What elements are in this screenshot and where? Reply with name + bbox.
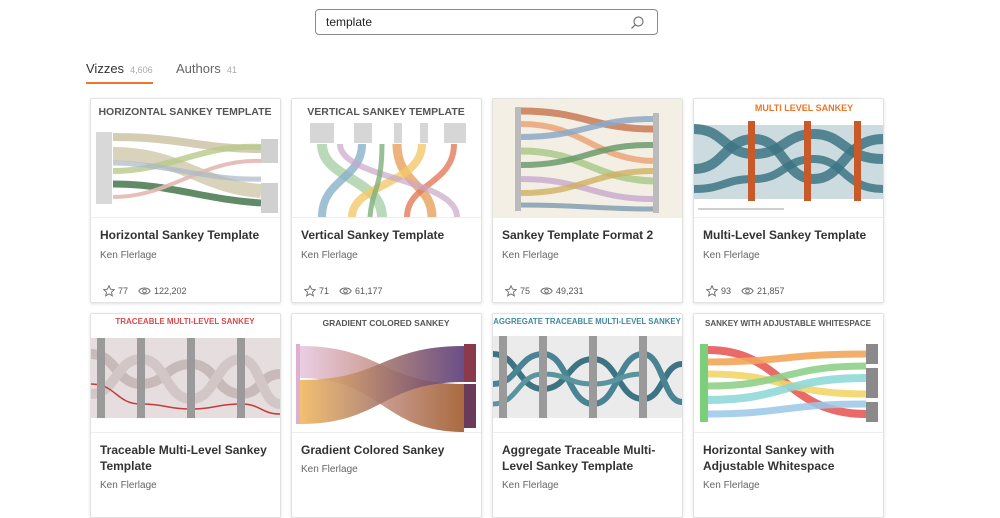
viz-thumbnail[interactable]: AGGREGATE TRACEABLE MULTI-LEVEL SANKEY bbox=[493, 314, 682, 433]
star-icon[interactable] bbox=[103, 285, 115, 297]
star-icon[interactable] bbox=[706, 285, 718, 297]
viz-card[interactable]: TRACEABLE MULTI-LEVEL SANKEY Traceable M… bbox=[90, 313, 281, 518]
viz-card[interactable]: VERTICAL SANKEY TEMPLATE Vertical Sankey… bbox=[291, 98, 482, 303]
tab-vizzes[interactable]: Vizzes 4,606 bbox=[86, 60, 153, 84]
viz-title[interactable]: Vertical Sankey Template bbox=[301, 227, 473, 243]
star-icon[interactable] bbox=[505, 285, 517, 297]
search-box[interactable] bbox=[315, 9, 658, 35]
viz-card[interactable]: MULTI LEVEL SANKEY Multi-Level Sankey Te… bbox=[693, 98, 884, 303]
viz-author[interactable]: Ken Flerlage bbox=[502, 480, 559, 491]
viz-author[interactable]: Ken Flerlage bbox=[703, 480, 760, 491]
viz-stats: 75 49,231 bbox=[505, 285, 594, 297]
viz-title[interactable]: Horizontal Sankey Template bbox=[100, 227, 272, 243]
viz-thumbnail[interactable]: TRACEABLE MULTI-LEVEL SANKEY bbox=[91, 314, 280, 433]
viz-card[interactable]: HORIZONTAL SANKEY TEMPLATE Horizontal Sa… bbox=[90, 98, 281, 303]
search-icon[interactable] bbox=[629, 15, 645, 31]
search-input[interactable] bbox=[326, 13, 626, 31]
viz-author[interactable]: Ken Flerlage bbox=[301, 250, 358, 261]
viz-thumbnail[interactable]: GRADIENT COLORED SANKEY bbox=[292, 314, 481, 433]
viz-author[interactable]: Ken Flerlage bbox=[301, 464, 358, 475]
viz-thumbnail[interactable]: VERTICAL SANKEY TEMPLATE bbox=[292, 99, 481, 218]
viz-stats: 93 21,857 bbox=[706, 285, 795, 297]
thumb-title: GRADIENT COLORED SANKEY bbox=[322, 318, 449, 328]
views-count: 122,202 bbox=[154, 286, 187, 296]
viz-title[interactable]: Multi-Level Sankey Template bbox=[703, 227, 875, 243]
tab-authors-count: 41 bbox=[226, 65, 237, 75]
eye-icon bbox=[540, 287, 553, 295]
tab-authors-label: Authors bbox=[176, 61, 221, 76]
thumb-title: TRACEABLE MULTI-LEVEL SANKEY bbox=[115, 317, 255, 326]
eye-icon bbox=[138, 287, 151, 295]
viz-thumbnail[interactable]: HORIZONTAL SANKEY TEMPLATE bbox=[91, 99, 280, 218]
viz-title[interactable]: Traceable Multi-Level Sankey Template bbox=[100, 442, 272, 474]
thumb-title: SANKEY WITH ADJUSTABLE WHITESPACE bbox=[705, 319, 872, 328]
favorites-count: 75 bbox=[520, 286, 531, 296]
eye-icon bbox=[339, 287, 352, 295]
views-count: 61,177 bbox=[355, 286, 383, 296]
viz-title[interactable]: Horizontal Sankey with Adjustable Whites… bbox=[703, 442, 875, 474]
viz-author[interactable]: Ken Flerlage bbox=[100, 250, 157, 261]
star-icon[interactable] bbox=[304, 285, 316, 297]
viz-author[interactable]: Ken Flerlage bbox=[703, 250, 760, 261]
viz-title[interactable]: Sankey Template Format 2 bbox=[502, 227, 674, 243]
favorites-count: 93 bbox=[721, 286, 732, 296]
viz-thumbnail[interactable]: MULTI LEVEL SANKEY bbox=[694, 99, 883, 218]
viz-stats: 71 61,177 bbox=[304, 285, 393, 297]
views-count: 21,857 bbox=[757, 286, 785, 296]
viz-card[interactable]: SANKEY WITH ADJUSTABLE WHITESPACE Horizo… bbox=[693, 313, 884, 518]
thumb-title: HORIZONTAL SANKEY TEMPLATE bbox=[98, 106, 271, 118]
viz-author[interactable]: Ken Flerlage bbox=[100, 480, 157, 491]
viz-title[interactable]: Aggregate Traceable Multi-Level Sankey T… bbox=[502, 442, 674, 474]
tab-authors[interactable]: Authors 41 bbox=[176, 60, 237, 78]
tab-vizzes-label: Vizzes bbox=[86, 61, 125, 76]
viz-thumbnail[interactable]: SANKEY WITH ADJUSTABLE WHITESPACE bbox=[694, 314, 883, 433]
eye-icon bbox=[741, 287, 754, 295]
viz-title[interactable]: Gradient Colored Sankey bbox=[301, 442, 473, 458]
favorites-count: 71 bbox=[319, 286, 330, 296]
viz-card[interactable]: Sankey Template Format 2 Ken Flerlage 75… bbox=[492, 98, 683, 303]
viz-thumbnail[interactable] bbox=[493, 99, 682, 218]
tab-vizzes-count: 4,606 bbox=[130, 65, 153, 75]
thumb-title: MULTI LEVEL SANKEY bbox=[755, 103, 853, 113]
viz-author[interactable]: Ken Flerlage bbox=[502, 250, 559, 261]
viz-card[interactable]: AGGREGATE TRACEABLE MULTI-LEVEL SANKEY A… bbox=[492, 313, 683, 518]
views-count: 49,231 bbox=[556, 286, 584, 296]
viz-stats: 77 122,202 bbox=[103, 285, 197, 297]
thumb-title: AGGREGATE TRACEABLE MULTI-LEVEL SANKEY bbox=[493, 317, 681, 326]
thumb-title: VERTICAL SANKEY TEMPLATE bbox=[307, 106, 465, 118]
favorites-count: 77 bbox=[118, 286, 129, 296]
viz-card[interactable]: GRADIENT COLORED SANKEY Gradient Colored… bbox=[291, 313, 482, 518]
